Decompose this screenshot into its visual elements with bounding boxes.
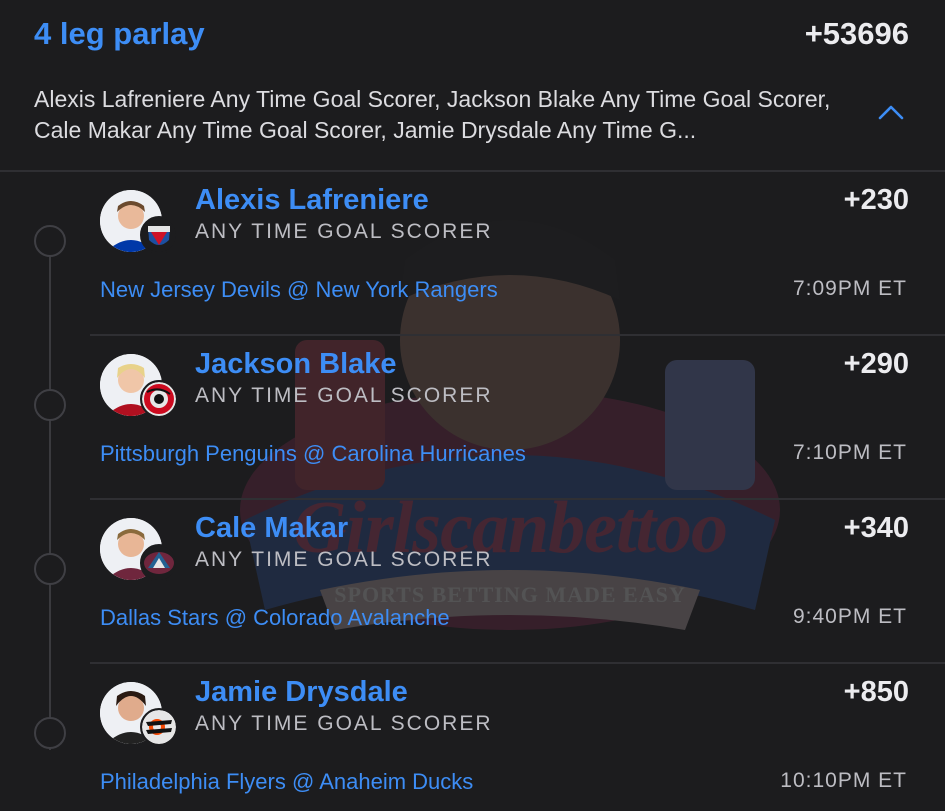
avalanche-logo-icon [140, 544, 178, 582]
market-label: ANY TIME GOAL SCORER [195, 712, 493, 735]
parlay-leg[interactable]: Jamie Drysdale ANY TIME GOAL SCORER +850… [0, 664, 945, 811]
parlay-title: 4 leg parlay [34, 16, 205, 51]
player-name[interactable]: Jackson Blake [195, 348, 397, 381]
game-time: 9:40PM ET [792, 605, 907, 628]
market-label: ANY TIME GOAL SCORER [195, 548, 493, 571]
player-name[interactable]: Alexis Lafreniere [195, 184, 429, 217]
matchup-link[interactable]: Dallas Stars @ Colorado Avalanche [100, 605, 450, 631]
leg-marker [34, 553, 66, 585]
flyers-logo-icon [140, 708, 178, 746]
leg-odds: +850 [843, 676, 909, 708]
leg-marker [34, 225, 66, 257]
market-label: ANY TIME GOAL SCORER [195, 220, 493, 243]
leg-marker [34, 389, 66, 421]
game-time: 7:10PM ET [792, 441, 907, 464]
parlay-summary: Alexis Lafreniere Any Time Goal Scorer, … [34, 86, 831, 143]
parlay-odds: +53696 [804, 16, 909, 51]
player-name[interactable]: Cale Makar [195, 512, 348, 545]
matchup-link[interactable]: New Jersey Devils @ New York Rangers [100, 277, 498, 303]
player-name[interactable]: Jamie Drysdale [195, 676, 408, 709]
parlay-header[interactable]: 4 leg parlay +53696 Alexis Lafreniere An… [0, 0, 945, 172]
leg-odds: +290 [843, 348, 909, 380]
leg-odds: +340 [843, 512, 909, 544]
rangers-logo-icon [140, 216, 178, 254]
hurricanes-logo-icon [140, 380, 178, 418]
game-time: 10:10PM ET [780, 769, 907, 792]
parlay-leg[interactable]: Cale Makar ANY TIME GOAL SCORER +340 Dal… [0, 500, 945, 664]
bet-slip-page: 4 leg parlay +53696 Alexis Lafreniere An… [0, 0, 945, 811]
game-time: 7:09PM ET [792, 277, 907, 300]
leg-marker [34, 717, 66, 749]
parlay-leg[interactable]: Alexis Lafreniere ANY TIME GOAL SCORER +… [0, 172, 945, 336]
leg-odds: +230 [843, 184, 909, 216]
market-label: ANY TIME GOAL SCORER [195, 384, 493, 407]
matchup-link[interactable]: Pittsburgh Penguins @ Carolina Hurricane… [100, 441, 526, 467]
matchup-link[interactable]: Philadelphia Flyers @ Anaheim Ducks [100, 769, 473, 795]
parlay-leg[interactable]: Jackson Blake ANY TIME GOAL SCORER +290 … [0, 336, 945, 500]
chevron-up-icon[interactable] [877, 100, 905, 124]
